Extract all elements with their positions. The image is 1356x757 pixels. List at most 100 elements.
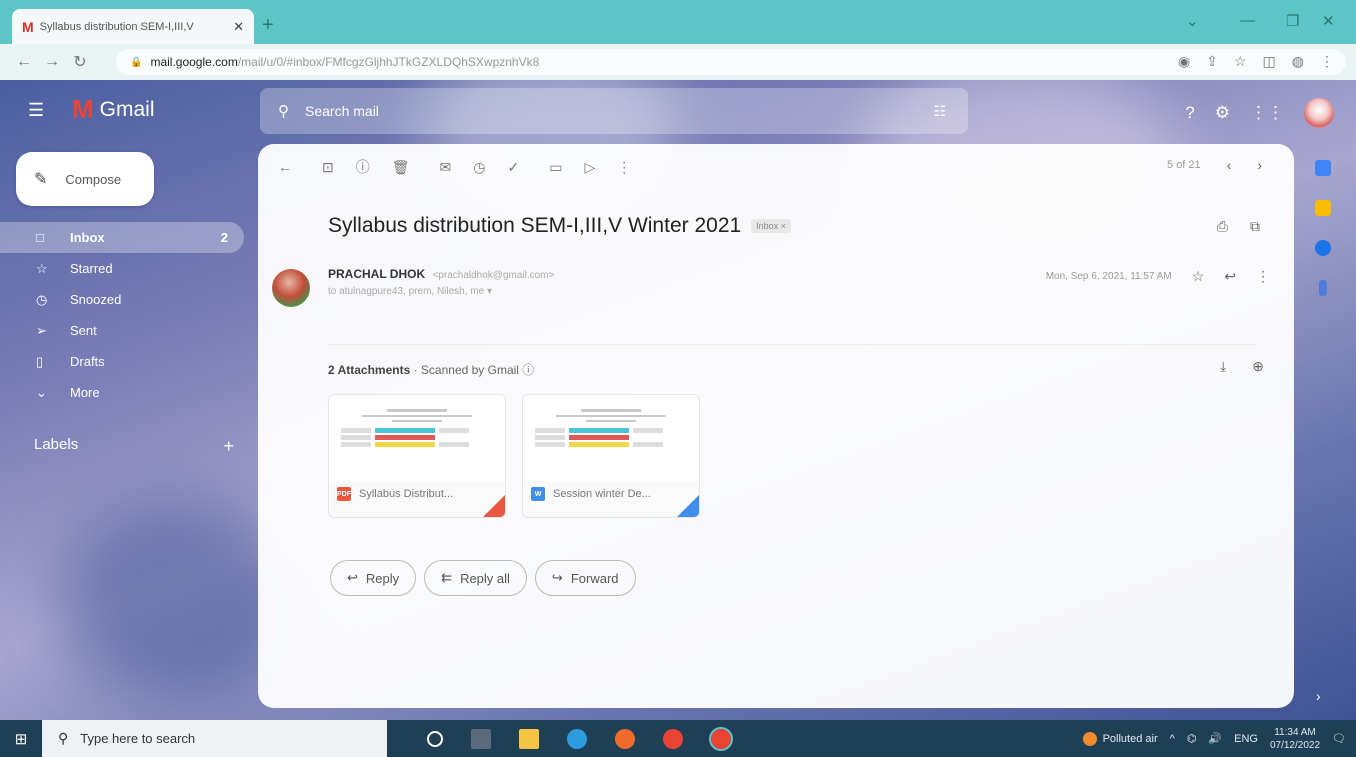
- close-tab-icon[interactable]: ✕: [233, 19, 244, 35]
- compose-button[interactable]: ✎ Compose: [16, 152, 154, 206]
- url-field[interactable]: 🔒 mail.google.com /mail/u/0/#inbox/FMfcg…: [116, 49, 1346, 75]
- minimize-icon[interactable]: —: [1240, 12, 1255, 29]
- chrome-active-icon[interactable]: [709, 726, 733, 751]
- labels-title: Labels: [34, 436, 79, 453]
- open-new-window-icon[interactable]: ⧉: [1250, 218, 1260, 235]
- account-avatar[interactable]: [1304, 98, 1334, 128]
- older-icon[interactable]: ›: [1257, 157, 1262, 173]
- attachment-card[interactable]: W Session winter De...: [522, 394, 700, 518]
- chrome-icon[interactable]: [663, 728, 683, 749]
- cortana-icon[interactable]: [427, 730, 443, 747]
- inbox-label-badge[interactable]: Inbox ×: [751, 219, 791, 233]
- add-task-icon[interactable]: ✓: [507, 159, 519, 176]
- delete-icon[interactable]: 🗑: [392, 159, 410, 176]
- browser-menu-icon[interactable]: ⋮: [1320, 53, 1334, 70]
- move-to-icon[interactable]: ▭: [549, 159, 562, 176]
- newer-icon[interactable]: ‹: [1227, 157, 1232, 173]
- attachment-name: Syllabus Distribut...: [359, 488, 454, 500]
- tasks-icon[interactable]: [1315, 240, 1331, 256]
- sidebar-item-inbox[interactable]: □ Inbox 2: [0, 222, 244, 253]
- expand-side-panel-icon[interactable]: ›: [1316, 688, 1321, 704]
- share-icon[interactable]: ⇪: [1206, 53, 1218, 70]
- attachments-header: 2 Attachments · Scanned by Gmail ⓘ: [328, 361, 534, 378]
- edge-icon[interactable]: [567, 728, 587, 749]
- notifications-icon[interactable]: 🗨: [1332, 732, 1346, 745]
- reply-icon[interactable]: ↩: [1224, 268, 1236, 285]
- sender-name[interactable]: PRACHAL DHOK: [328, 267, 425, 281]
- browser-tab[interactable]: M Syllabus distribution SEM-I,III,V ✕: [12, 9, 254, 44]
- word-file-icon: W: [531, 487, 545, 501]
- help-icon[interactable]: ?: [1185, 103, 1194, 123]
- snooze-icon[interactable]: ◷: [473, 159, 485, 176]
- bookmark-star-icon[interactable]: ☆: [1234, 53, 1247, 70]
- search-options-icon[interactable]: ☷: [933, 103, 946, 120]
- weather-widget[interactable]: Polluted air: [1082, 731, 1158, 746]
- recipients[interactable]: to atulnagpure43, prem, Nilesh, me ▾: [328, 286, 554, 297]
- add-to-drive-icon[interactable]: ⊕: [1252, 358, 1264, 375]
- mark-unread-icon[interactable]: ✉: [440, 159, 452, 176]
- calendar-icon[interactable]: [1315, 160, 1331, 176]
- forward-icon[interactable]: →: [40, 53, 64, 71]
- report-spam-icon[interactable]: ⓘ: [356, 157, 370, 177]
- side-panel-icon[interactable]: ◫: [1263, 53, 1276, 70]
- reply-actions: ↩ Reply ⇇ Reply all ↪ Forward: [330, 560, 636, 596]
- clock-time: 11:34 AM: [1274, 726, 1316, 738]
- subject-text: Syllabus distribution SEM-I,III,V Winter…: [328, 214, 742, 237]
- more-options-icon[interactable]: ⋮: [617, 159, 631, 176]
- contacts-icon[interactable]: [1319, 280, 1327, 296]
- apps-grid-icon[interactable]: ⋮⋮: [1250, 103, 1284, 123]
- main-menu-icon[interactable]: ☰: [28, 100, 44, 121]
- attachment-name: Session winter De...: [553, 488, 651, 500]
- star-icon[interactable]: ☆: [1192, 268, 1205, 285]
- add-label-icon[interactable]: +: [223, 436, 234, 457]
- tray-chevron-icon[interactable]: ^: [1170, 733, 1175, 745]
- sidebar-item-snoozed[interactable]: ◷ Snoozed: [0, 284, 244, 315]
- header-actions: ? ⚙ ⋮⋮: [1185, 98, 1334, 128]
- file-explorer-icon[interactable]: [519, 728, 539, 749]
- gmail-app: ☰ M Gmail ⚲ Search mail ☷ ? ⚙ ⋮⋮ ✎ Compo…: [0, 80, 1356, 720]
- task-view-icon[interactable]: [471, 728, 491, 749]
- search-bar[interactable]: ⚲ Search mail ☷: [260, 88, 968, 134]
- print-icon[interactable]: ⎙: [1217, 218, 1228, 235]
- search-icon[interactable]: ⚲: [278, 102, 289, 120]
- search-input[interactable]: Search mail: [305, 103, 379, 119]
- windows-start-icon[interactable]: ⊞: [0, 730, 42, 748]
- file-type-corner: [677, 495, 699, 517]
- sidebar-item-starred[interactable]: ☆ Starred: [0, 253, 244, 284]
- more-icon[interactable]: ⋮: [1256, 268, 1270, 285]
- sidebar-item-drafts[interactable]: ▯ Drafts: [0, 346, 244, 377]
- sender-info: PRACHAL DHOK <prachaldhok@gmail.com> to …: [328, 267, 554, 297]
- firefox-icon[interactable]: [615, 728, 635, 749]
- draft-file-icon: ▯: [36, 353, 44, 369]
- archive-icon[interactable]: ⊡: [322, 159, 334, 176]
- tab-search-icon[interactable]: ⌄: [1186, 12, 1199, 30]
- reply-all-button[interactable]: ⇇ Reply all: [424, 560, 527, 596]
- reload-icon[interactable]: ↻: [68, 52, 92, 72]
- sender-avatar[interactable]: [272, 269, 310, 307]
- view-icon[interactable]: ◉: [1178, 53, 1190, 70]
- gmail-logo[interactable]: M Gmail: [72, 94, 155, 125]
- taskbar-search-input[interactable]: ⚲ Type here to search: [42, 720, 387, 757]
- back-to-inbox-icon[interactable]: ←: [278, 159, 292, 175]
- settings-gear-icon[interactable]: ⚙: [1215, 103, 1230, 123]
- sidebar-item-more[interactable]: ⌄ More: [0, 377, 244, 408]
- message-meta: Mon, Sep 6, 2021, 11:57 AM ☆ ↩ ⋮: [1046, 268, 1270, 285]
- network-icon[interactable]: ⌬: [1187, 732, 1197, 745]
- new-tab-icon[interactable]: +: [262, 14, 274, 37]
- label-icon[interactable]: ▷: [584, 159, 595, 176]
- sidebar-item-sent[interactable]: ➢ Sent: [0, 315, 244, 346]
- clock[interactable]: 11:34 AM 07/12/2022: [1270, 726, 1320, 752]
- profile-icon[interactable]: ◍: [1292, 53, 1304, 70]
- restore-icon[interactable]: ❐: [1286, 12, 1299, 30]
- back-icon[interactable]: ←: [12, 53, 36, 71]
- keep-icon[interactable]: [1315, 200, 1331, 216]
- lang-indicator[interactable]: ENG: [1234, 733, 1258, 745]
- close-window-icon[interactable]: ✕: [1322, 12, 1335, 30]
- pdf-file-icon: PDF: [337, 487, 351, 501]
- reply-button[interactable]: ↩ Reply: [330, 560, 417, 596]
- forward-button[interactable]: ↪ Forward: [534, 560, 636, 596]
- volume-icon[interactable]: 🔊: [1208, 732, 1222, 745]
- attachment-card[interactable]: PDF Syllabus Distribut...: [328, 394, 506, 518]
- lock-icon: 🔒: [130, 56, 143, 68]
- download-all-icon[interactable]: ⤓: [1220, 358, 1226, 375]
